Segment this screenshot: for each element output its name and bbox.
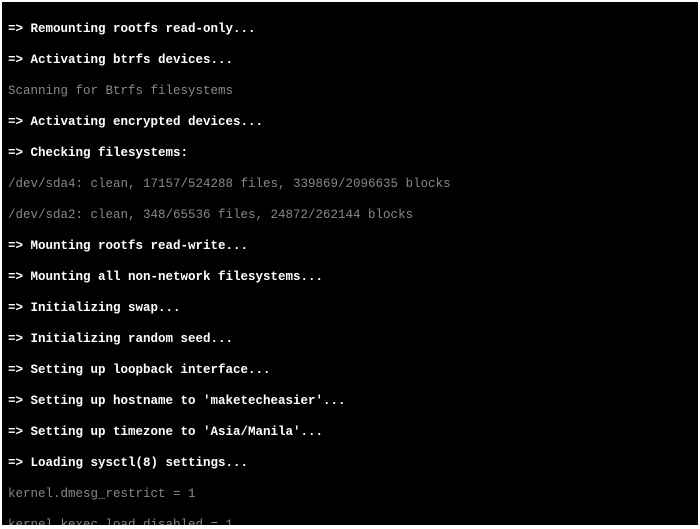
fs-check: /dev/sda4: clean, 17157/524288 files, 33…: [8, 177, 692, 193]
sysctl-line: kernel.kexec_load_disabled = 1: [8, 518, 692, 526]
terminal[interactable]: => Remounting rootfs read-only... => Act…: [2, 2, 698, 525]
sysctl-line: kernel.dmesg_restrict = 1: [8, 487, 692, 503]
boot-msg: Scanning for Btrfs filesystems: [8, 84, 692, 100]
fs-check: /dev/sda2: clean, 348/65536 files, 24872…: [8, 208, 692, 224]
boot-msg: => Setting up hostname to 'maketecheasie…: [8, 394, 692, 410]
boot-msg: => Checking filesystems:: [8, 146, 692, 162]
boot-msg: => Loading sysctl(8) settings...: [8, 456, 692, 472]
boot-msg: => Mounting all non-network filesystems.…: [8, 270, 692, 286]
boot-msg: => Initializing swap...: [8, 301, 692, 317]
boot-msg: => Remounting rootfs read-only...: [8, 22, 692, 38]
boot-msg: => Mounting rootfs read-write...: [8, 239, 692, 255]
boot-msg: => Activating btrfs devices...: [8, 53, 692, 69]
boot-msg: => Setting up loopback interface...: [8, 363, 692, 379]
boot-msg: => Initializing random seed...: [8, 332, 692, 348]
boot-msg: => Activating encrypted devices...: [8, 115, 692, 131]
boot-msg: => Setting up timezone to 'Asia/Manila'.…: [8, 425, 692, 441]
